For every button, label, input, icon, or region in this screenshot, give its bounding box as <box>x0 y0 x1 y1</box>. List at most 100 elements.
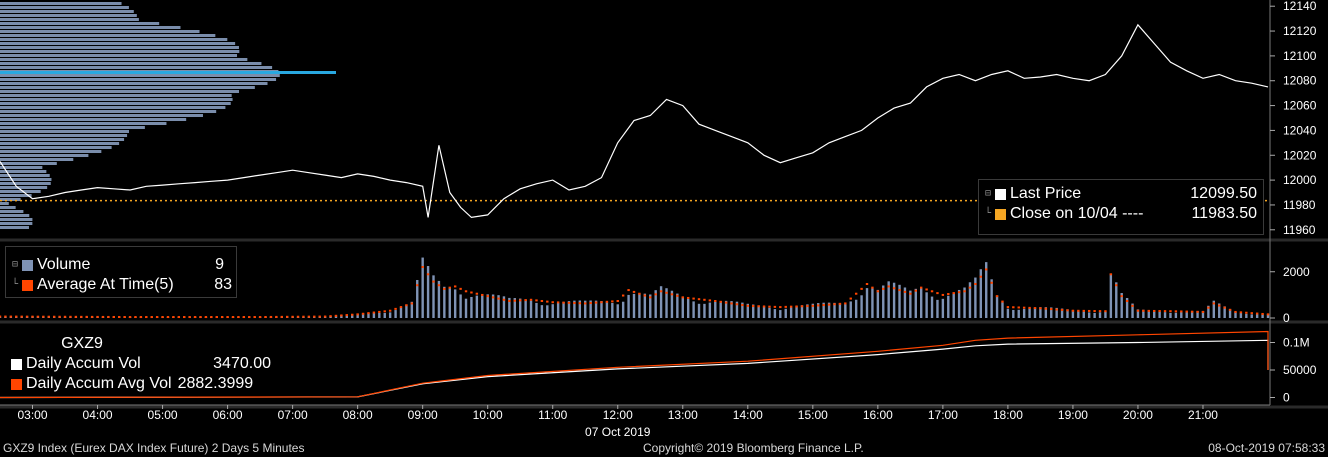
volume-bar <box>914 288 917 318</box>
volume-bar <box>768 307 771 318</box>
average-dot <box>155 316 159 319</box>
average-dot <box>540 300 544 303</box>
volume-bar <box>627 294 630 318</box>
profile-bar <box>0 158 74 161</box>
volume-tick-label: 2000 <box>1283 265 1310 279</box>
average-swatch <box>22 279 33 291</box>
average-dot <box>1250 312 1253 315</box>
average-dot <box>215 316 218 319</box>
profile-bar <box>0 186 48 189</box>
average-dot <box>724 301 728 304</box>
volume-bar <box>1028 308 1031 318</box>
average-dot <box>410 302 414 305</box>
average-dot <box>714 300 717 303</box>
average-dot <box>860 287 863 290</box>
volume-bar <box>535 302 538 318</box>
profile-bar <box>0 126 145 129</box>
profile-bar <box>0 78 277 81</box>
legend-value: 12099.50 <box>1190 185 1257 202</box>
profile-bar <box>0 190 41 193</box>
x-tick-label: 19:00 <box>1058 408 1088 422</box>
volume-bar <box>789 307 793 318</box>
average-dot <box>936 292 939 295</box>
legend-label: Volume <box>37 256 91 273</box>
volume-bar <box>1255 314 1259 318</box>
average-dot <box>150 316 153 319</box>
average-dot <box>291 315 294 318</box>
average-dot <box>486 295 489 298</box>
average-dot <box>1142 309 1145 312</box>
volume-bar <box>638 293 641 318</box>
volume-bar <box>464 298 468 318</box>
average-dot <box>1255 312 1259 315</box>
volume-bar <box>388 312 392 318</box>
average-dot <box>524 299 527 302</box>
volume-bar <box>952 292 955 318</box>
average-dot <box>1207 306 1210 309</box>
average-dot <box>1044 307 1048 310</box>
average-dot <box>1071 309 1075 312</box>
average-dot <box>605 300 609 303</box>
volume-bar <box>546 305 549 318</box>
volume-bar <box>1093 312 1096 318</box>
legend-label: Average At Time(5) <box>37 276 174 293</box>
average-dot <box>1060 308 1064 311</box>
average-dot <box>697 298 701 301</box>
average-dot <box>1050 308 1053 311</box>
price-tick-label: 11960 <box>1283 223 1316 237</box>
average-dot <box>1136 309 1140 312</box>
volume-bar <box>1006 308 1010 318</box>
average-dot <box>752 305 755 308</box>
average-dot <box>806 305 809 308</box>
profile-bar <box>0 42 236 45</box>
last-price-swatch <box>995 188 1006 200</box>
average-dot <box>643 294 647 297</box>
price-tick-label: 12020 <box>1283 148 1317 162</box>
average-dot <box>854 292 858 295</box>
accum-tick-label: 0 <box>1283 391 1290 405</box>
volume-bar <box>1104 311 1107 318</box>
volume-bar <box>919 287 923 318</box>
average-dot <box>703 298 706 301</box>
volume-bar <box>453 289 457 318</box>
average-dot <box>464 290 468 293</box>
volume-bar <box>519 298 522 318</box>
average-dot <box>762 305 766 308</box>
average-dot <box>20 315 23 318</box>
average-dot <box>1180 310 1183 313</box>
volume-bar <box>773 309 777 318</box>
average-dot <box>118 315 121 318</box>
volume-bar <box>378 312 381 318</box>
average-dot <box>1039 307 1042 310</box>
profile-bar <box>0 166 43 169</box>
volume-bar <box>871 288 874 318</box>
average-dot <box>1174 310 1178 313</box>
average-dot <box>811 304 815 307</box>
average-dot <box>145 316 148 319</box>
average-dot <box>36 315 40 318</box>
x-tick-label: 14:00 <box>733 408 763 422</box>
average-dot <box>594 301 598 304</box>
average-dot <box>313 315 316 318</box>
volume-bar <box>1033 307 1037 318</box>
price-legend: ⊟ Last Price 12099.50 └ Close on 10/04 -… <box>978 179 1264 235</box>
average-dot <box>1261 312 1264 315</box>
profile-bar <box>0 94 232 97</box>
volume-bar <box>437 280 441 318</box>
average-dot <box>1228 308 1232 311</box>
volume-bar <box>941 298 945 318</box>
average-dot <box>611 300 614 303</box>
average-dot <box>1131 304 1134 307</box>
volume-bar <box>757 305 760 318</box>
average-dot <box>172 316 175 319</box>
average-dot <box>589 302 592 305</box>
average-dot <box>974 283 977 286</box>
average-dot <box>399 306 403 309</box>
average-dot <box>416 284 419 287</box>
profile-bar <box>0 54 238 57</box>
average-dot <box>52 315 56 318</box>
legend-accum-avg: Daily Accum Avg Vol 2882.3999 <box>11 374 293 394</box>
average-dot <box>1190 310 1194 313</box>
average-dot <box>573 302 576 305</box>
profile-bar <box>0 214 30 217</box>
